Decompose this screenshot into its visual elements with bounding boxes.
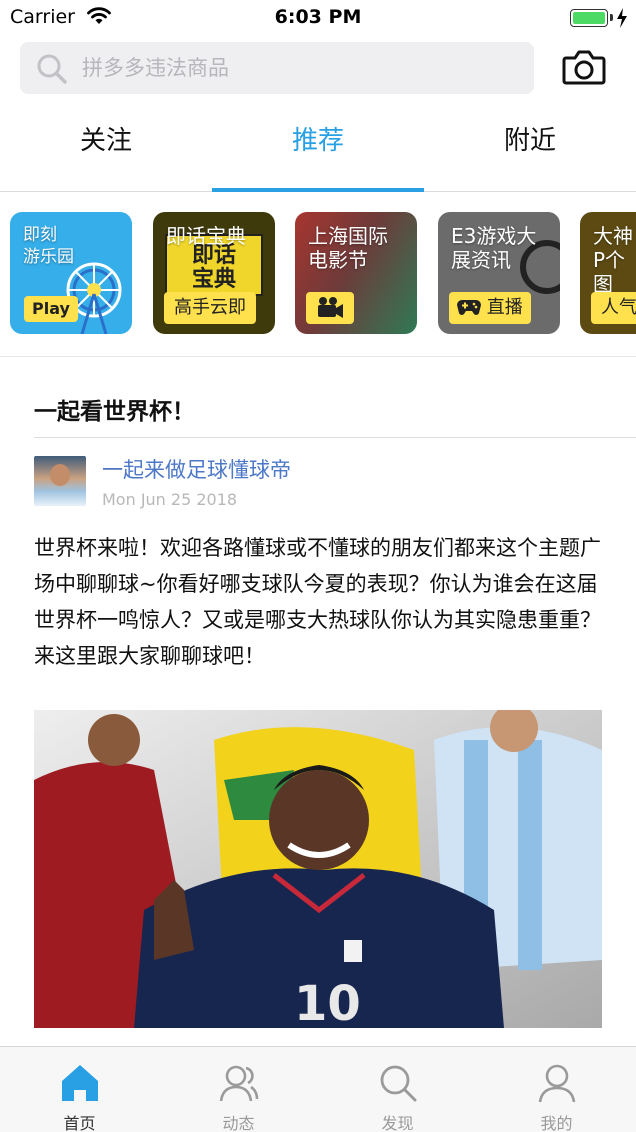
tabbar-profile[interactable]: 我的 <box>477 1047 636 1132</box>
status-bar: Carrier 6:03 PM <box>0 0 636 36</box>
author-name[interactable]: 一起来做足球懂球帝 <box>102 454 291 484</box>
feed-tabs: 关注 推荐 附近 <box>0 110 636 192</box>
avatar[interactable] <box>34 456 86 506</box>
bottom-tab-bar: 首页 动态 发现 我的 <box>0 1046 636 1132</box>
tabbar-label: 动态 <box>222 1114 255 1132</box>
tabbar-label: 首页 <box>63 1114 96 1132</box>
battery-cap <box>610 14 613 21</box>
topic-card-e3[interactable]: E3游戏大 展资讯 直播 <box>438 212 560 334</box>
tab-following[interactable]: 关注 <box>0 110 212 192</box>
battery-level <box>573 12 605 24</box>
topic-card-dictionary[interactable]: 即话 宝典 即话宝典 高手云即 <box>153 212 275 334</box>
topic-badge: Play <box>24 296 78 322</box>
search-icon <box>380 1065 417 1102</box>
topic-card-photoshop[interactable]: 大神 P个图 人气 <box>580 212 636 334</box>
topic-cover-text: 即话 宝典 <box>191 243 236 292</box>
topic-badge <box>306 292 354 324</box>
post-image-illustration: 10 <box>34 710 602 1028</box>
post-image[interactable]: 10 <box>34 710 602 1028</box>
topic-badge: 直播 <box>449 292 531 324</box>
topic-carousel[interactable]: 即刻 游乐园 Play 即话 宝典 即话宝典 高手云即 上海国际 电影节 E3游… <box>0 193 636 357</box>
tabbar-label: 发现 <box>381 1114 414 1132</box>
search-bar[interactable] <box>20 42 534 94</box>
tabbar-discover[interactable]: 发现 <box>318 1047 477 1132</box>
topic-card-film-festival[interactable]: 上海国际 电影节 <box>295 212 417 334</box>
charging-icon <box>617 8 627 28</box>
battery-icon <box>570 9 608 27</box>
gamepad-icon <box>457 300 481 315</box>
topic-badge: 高手云即 <box>164 292 256 324</box>
topic-card-playground[interactable]: 即刻 游乐园 Play <box>10 212 132 334</box>
topic-badge-label: 直播 <box>486 297 523 318</box>
topic-title: 即话宝典 <box>166 224 246 248</box>
ferris-wheel-icon <box>66 262 122 334</box>
topic-heading: 一起看世界杯！ <box>34 399 195 425</box>
search-input[interactable] <box>82 42 522 94</box>
topic-badge: 人气 <box>591 292 636 324</box>
post-body: 世界杯来啦！欢迎各路懂球或不懂球的朋友们都来这个主题广场中聊聊球~你看好哪支球队… <box>34 536 601 668</box>
tabbar-label: 我的 <box>540 1114 573 1132</box>
tab-recommended[interactable]: 推荐 <box>212 110 424 192</box>
tabbar-activity[interactable]: 动态 <box>159 1047 318 1132</box>
home-icon <box>62 1065 98 1101</box>
topic-title: E3游戏大 展资讯 <box>451 224 537 272</box>
active-tab-indicator <box>212 188 424 192</box>
video-camera-icon <box>318 297 343 318</box>
divider <box>34 437 636 438</box>
person-icon <box>538 1064 576 1103</box>
friends-icon <box>219 1065 259 1102</box>
svg-text:10: 10 <box>294 976 361 1028</box>
topic-title: 大神 P个图 <box>593 224 633 296</box>
clock: 6:03 PM <box>274 6 362 28</box>
search-icon <box>37 54 67 84</box>
topic-title: 上海国际 电影节 <box>308 224 388 272</box>
camera-icon[interactable] <box>562 48 606 86</box>
tab-nearby[interactable]: 附近 <box>424 110 636 192</box>
post-date: Mon Jun 25 2018 <box>102 490 238 509</box>
tabbar-home[interactable]: 首页 <box>0 1047 159 1132</box>
